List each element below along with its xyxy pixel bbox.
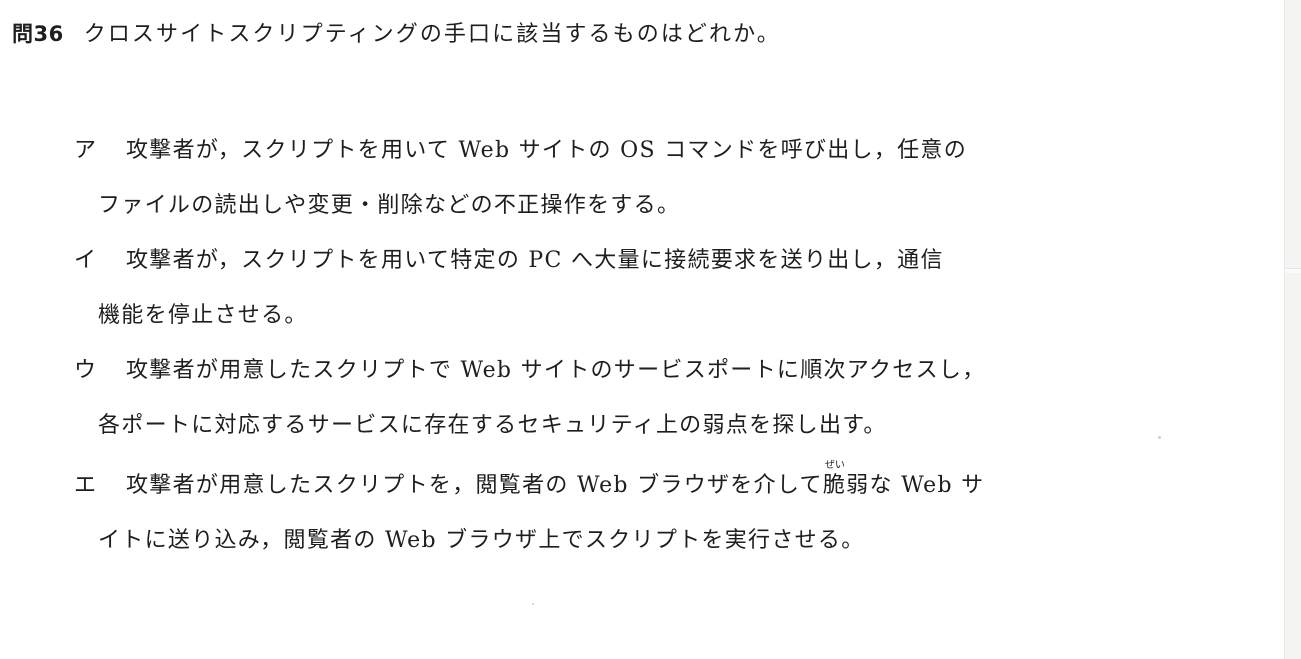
choice-i-text-line-1: 攻撃者が，スクリプトを用いて特定の PC へ大量に接続要求を送り出し，通信 <box>126 248 944 273</box>
question-header: 問36 クロスサイトスクリプティングの手口に該当するものはどれか。 <box>12 16 781 48</box>
choice-a-label: ア <box>74 138 98 163</box>
scan-speck <box>532 603 534 605</box>
choice-u-text-line-2: 各ポートに対応するサービスに存在するセキュリティ上の弱点を探し出す。 <box>98 413 887 438</box>
choice-i-line-1: イ 攻撃者が，スクリプトを用いて特定の PC へ大量に接続要求を送り出し，通信 <box>70 242 1170 273</box>
choice-u-label: ウ <box>74 358 98 383</box>
choice-u-line-2: 各ポートに対応するサービスに存在するセキュリティ上の弱点を探し出す。 <box>70 407 1170 438</box>
choice-u-line-1: ウ 攻撃者が用意したスクリプトで Web サイトのサービスポートに順次アクセスし… <box>70 352 1170 383</box>
page-edge-strip <box>1284 0 1301 659</box>
choice-e-text-line-1-before: 攻撃者が用意したスクリプトを，閲覧者の Web ブラウザを介して <box>126 473 823 498</box>
choice-i: イ 攻撃者が，スクリプトを用いて特定の PC へ大量に接続要求を送り出し，通信 … <box>70 242 1170 328</box>
choice-i-text-line-2: 機能を停止させる。 <box>98 303 308 328</box>
choice-e: エ 攻撃者が用意したスクリプトを，閲覧者の Web ブラウザを介して ぜい脆弱な … <box>70 460 1170 553</box>
choice-e-text-line-2: イトに送り込み，閲覧者の Web ブラウザ上でスクリプトを実行させる。 <box>98 528 865 553</box>
choice-i-line-2: 機能を停止させる。 <box>70 297 1170 328</box>
choice-e-text-line-1-after: 弱な Web サ <box>846 473 985 498</box>
choice-a: ア 攻撃者が，スクリプトを用いて Web サイトの OS コマンドを呼び出し，任… <box>70 132 1170 218</box>
choice-a-line-1: ア 攻撃者が，スクリプトを用いて Web サイトの OS コマンドを呼び出し，任… <box>70 132 1170 163</box>
ruby-word: ぜい脆 <box>822 460 847 499</box>
scan-speck <box>1158 436 1161 439</box>
choice-a-text-line-1: 攻撃者が，スクリプトを用いて Web サイトの OS コマンドを呼び出し，任意の <box>126 138 968 163</box>
ruby-base: 脆 <box>822 473 847 498</box>
choice-a-line-2: ファイルの読出しや変更・削除などの不正操作をする。 <box>70 187 1170 218</box>
choice-u-text-line-1: 攻撃者が用意したスクリプトで Web サイトのサービスポートに順次アクセスし， <box>126 358 986 383</box>
choice-i-label: イ <box>74 248 98 273</box>
ruby-reading: ぜい <box>824 460 845 471</box>
question-number: 問36 <box>12 22 64 46</box>
choice-a-text-line-2: ファイルの読出しや変更・削除などの不正操作をする。 <box>98 193 681 218</box>
page-edge-seam <box>1285 268 1301 273</box>
choice-e-label: エ <box>74 473 98 498</box>
choice-e-line-1: エ 攻撃者が用意したスクリプトを，閲覧者の Web ブラウザを介して ぜい脆弱な … <box>70 460 1170 498</box>
exam-page: 問36 クロスサイトスクリプティングの手口に該当するものはどれか。 ア 攻撃者が… <box>0 0 1285 659</box>
question-text: クロスサイトスクリプティングの手口に該当するものはどれか。 <box>83 22 781 47</box>
choice-u: ウ 攻撃者が用意したスクリプトで Web サイトのサービスポートに順次アクセスし… <box>70 352 1170 438</box>
choice-e-line-2: イトに送り込み，閲覧者の Web ブラウザ上でスクリプトを実行させる。 <box>70 522 1170 553</box>
